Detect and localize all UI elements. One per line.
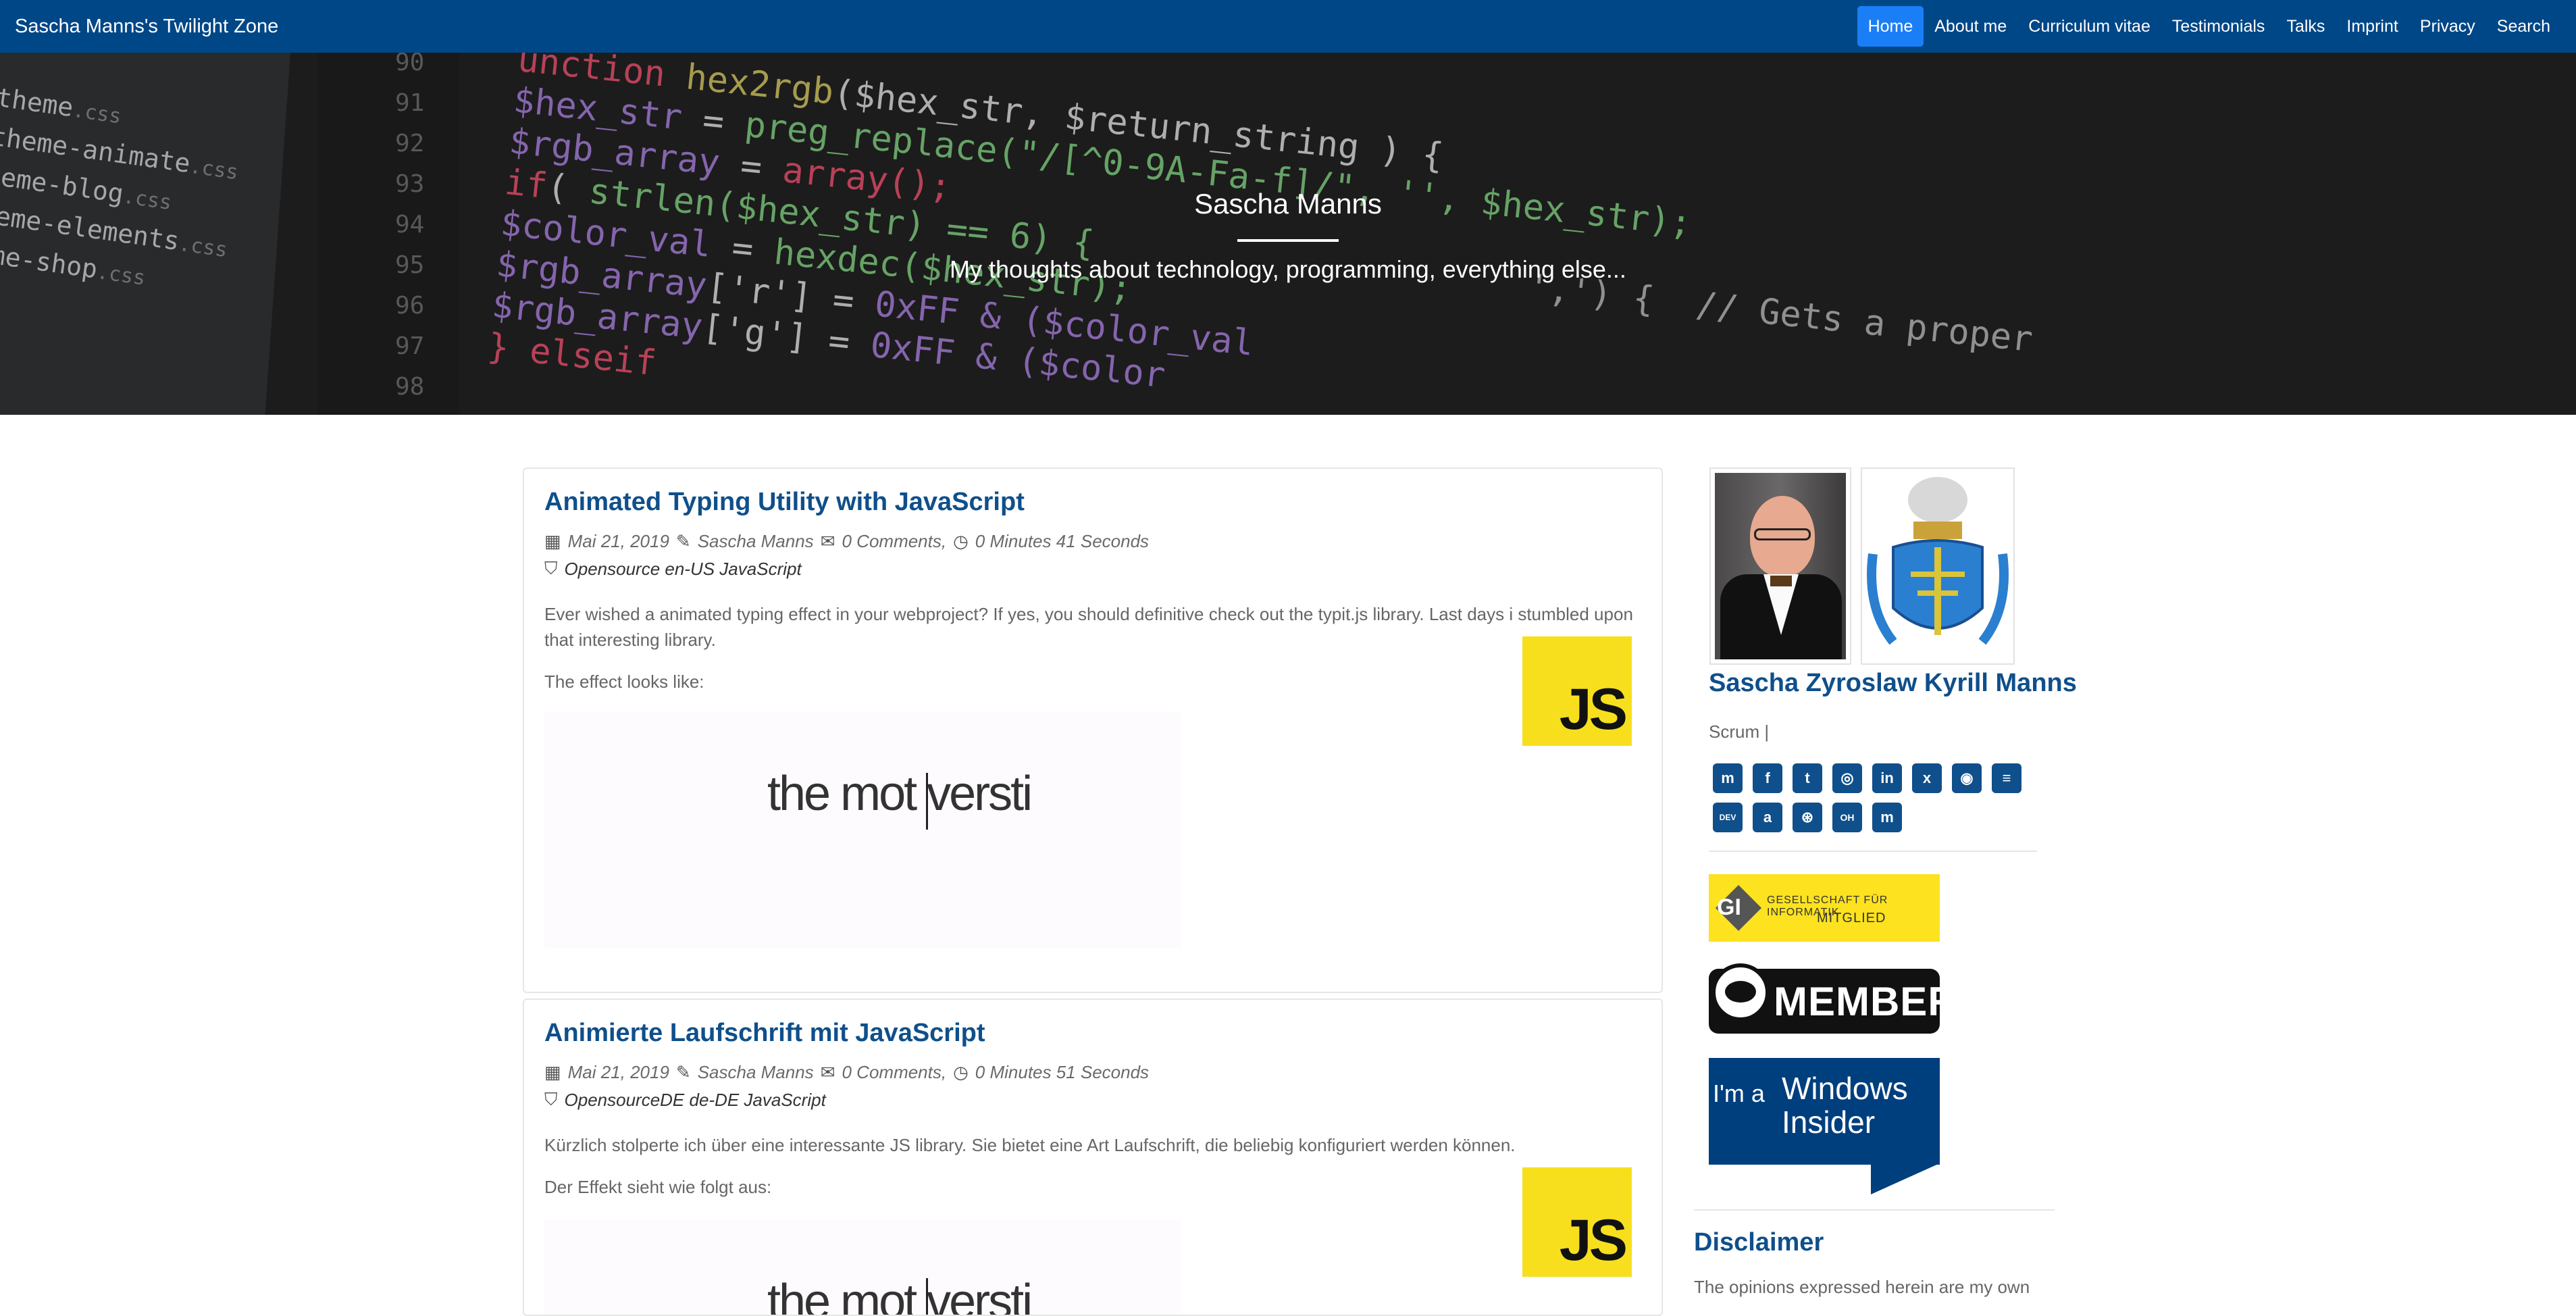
nav-imprint[interactable]: Imprint <box>2336 6 2408 47</box>
social-links: m f t ◎ in x ◉ ≡ DEV a ⊛ OH m <box>1713 763 2037 832</box>
post-author[interactable]: Sascha Manns <box>698 1062 814 1083</box>
post-meta: ▦ Mai 21, 2019 ✎ Sascha Manns ✉ 0 Commen… <box>544 1062 1149 1083</box>
post-title[interactable]: Animated Typing Utility with JavaScript <box>544 488 1025 517</box>
hero-banner: theme.css theme-animate.css heme-blog.cs… <box>0 53 2576 415</box>
nav-testimonials[interactable]: Testimonials <box>2161 6 2276 47</box>
edit-icon: ✎ <box>675 1062 691 1082</box>
post-excerpt: Ever wished a animated typing effect in … <box>544 604 1633 650</box>
edit-icon: ✎ <box>675 531 691 551</box>
coat-of-arms-image <box>1861 467 2015 665</box>
hero-subtitle: My thoughts about technology, programmin… <box>950 255 1626 283</box>
disclaimer-text: The opinions expressed herein are my own <box>1694 1277 2030 1297</box>
post-meta: ▦ Mai 21, 2019 ✎ Sascha Manns ✉ 0 Commen… <box>544 531 1149 552</box>
post-date: Mai 21, 2019 <box>567 531 669 551</box>
post-tags: ⛉ OpensourceDE de-DE JavaScript <box>544 1089 826 1111</box>
clock-icon: ◷ <box>953 531 969 551</box>
text-caret <box>926 773 928 830</box>
facebook-icon[interactable]: f <box>1753 763 1782 793</box>
post-effect-label: Der Effekt sieht wie folgt aus: <box>544 1177 772 1197</box>
javascript-logo: JS <box>1522 636 1632 746</box>
post-tag-list[interactable]: Opensource en-US JavaScript <box>565 559 802 580</box>
post-effect-label: The effect looks like: <box>544 672 704 692</box>
post-reading-time: 0 Minutes 51 Seconds <box>975 1062 1150 1082</box>
hero-divider <box>1237 239 1339 242</box>
openhub-icon[interactable]: OH <box>1832 803 1862 832</box>
profile-name: Sascha Zyroslaw Kyrill Manns <box>1709 669 2077 697</box>
post-tag-list[interactable]: OpensourceDE de-DE JavaScript <box>565 1090 826 1111</box>
opensuse-logo-icon <box>1711 963 1770 1021</box>
nav-talks[interactable]: Talks <box>2275 6 2336 47</box>
post-card: Animierte Laufschrift mit JavaScript ▦ M… <box>523 998 1663 1316</box>
amazon-icon[interactable]: a <box>1753 803 1782 832</box>
tags-icon: ⛉ <box>544 1089 558 1109</box>
windows-insider-badge[interactable]: I'm a Windows Insider <box>1709 1058 1940 1194</box>
tags-icon: ⛉ <box>544 558 558 578</box>
post-author[interactable]: Sascha Manns <box>698 531 814 552</box>
post-excerpt: Kürzlich stolperte ich über eine interes… <box>544 1135 1516 1155</box>
instagram-icon[interactable]: ◎ <box>1832 763 1862 793</box>
gi-member-badge[interactable]: GI GESELLSCHAFT FÜR INFORMATIK MITGLIED <box>1709 874 1940 942</box>
disclaimer-heading: Disclaimer <box>1694 1228 1824 1257</box>
nav-search[interactable]: Search <box>2486 6 2561 47</box>
post-tags: ⛉ Opensource en-US JavaScript <box>544 558 802 580</box>
profile-photo <box>1709 467 1851 665</box>
twitter-icon[interactable]: t <box>1793 763 1822 793</box>
typing-effect-image: the mot versti <box>544 1220 1182 1315</box>
github-icon[interactable]: ◉ <box>1952 763 1982 793</box>
nav-about-me[interactable]: About me <box>1924 6 2017 47</box>
mastodon-icon[interactable]: m <box>1713 763 1743 793</box>
nav-home[interactable]: Home <box>1857 6 1924 47</box>
comments-icon: ✉ <box>820 1062 835 1082</box>
post-reading-time: 0 Minutes 41 Seconds <box>975 531 1150 551</box>
post-title[interactable]: Animierte Laufschrift mit JavaScript <box>544 1019 985 1048</box>
post-card: Animated Typing Utility with JavaScript … <box>523 467 1663 993</box>
profile-role: Scrum | <box>1709 722 1770 742</box>
javascript-logo: JS <box>1522 1167 1632 1277</box>
post-comments[interactable]: 0 Comments, <box>842 531 946 552</box>
hero-title: Sascha Manns <box>1194 188 1382 220</box>
calendar-icon: ▦ <box>544 1062 561 1082</box>
post-date: Mai 21, 2019 <box>567 1062 669 1082</box>
divider <box>1709 851 2037 852</box>
divider <box>1694 1209 2055 1211</box>
meetup-icon[interactable]: m <box>1872 803 1902 832</box>
nav-curriculum-vitae[interactable]: Curriculum vitae <box>2017 6 2161 47</box>
dev-icon[interactable]: DEV <box>1713 803 1743 832</box>
nav-privacy[interactable]: Privacy <box>2409 6 2486 47</box>
stackoverflow-icon[interactable]: ≡ <box>1992 763 2021 793</box>
comments-icon: ✉ <box>820 531 835 551</box>
text-caret <box>926 1278 928 1315</box>
hero-overlay <box>0 53 2576 415</box>
linkedin-icon[interactable]: in <box>1872 763 1902 793</box>
navbar: Sascha Manns's Twilight Zone Home About … <box>0 0 2576 53</box>
xing-icon[interactable]: x <box>1912 763 1942 793</box>
calendar-icon: ▦ <box>544 531 561 551</box>
nav-menu: Home About me Curriculum vitae Testimoni… <box>1857 0 2561 53</box>
clock-icon: ◷ <box>953 1062 969 1082</box>
steam-icon[interactable]: ⊛ <box>1793 803 1822 832</box>
post-comments[interactable]: 0 Comments, <box>842 1062 946 1083</box>
opensuse-member-badge[interactable]: MEMBER <box>1709 963 1957 1034</box>
typing-effect-image: the mot versti <box>544 712 1182 948</box>
site-brand[interactable]: Sascha Manns's Twilight Zone <box>15 16 278 38</box>
